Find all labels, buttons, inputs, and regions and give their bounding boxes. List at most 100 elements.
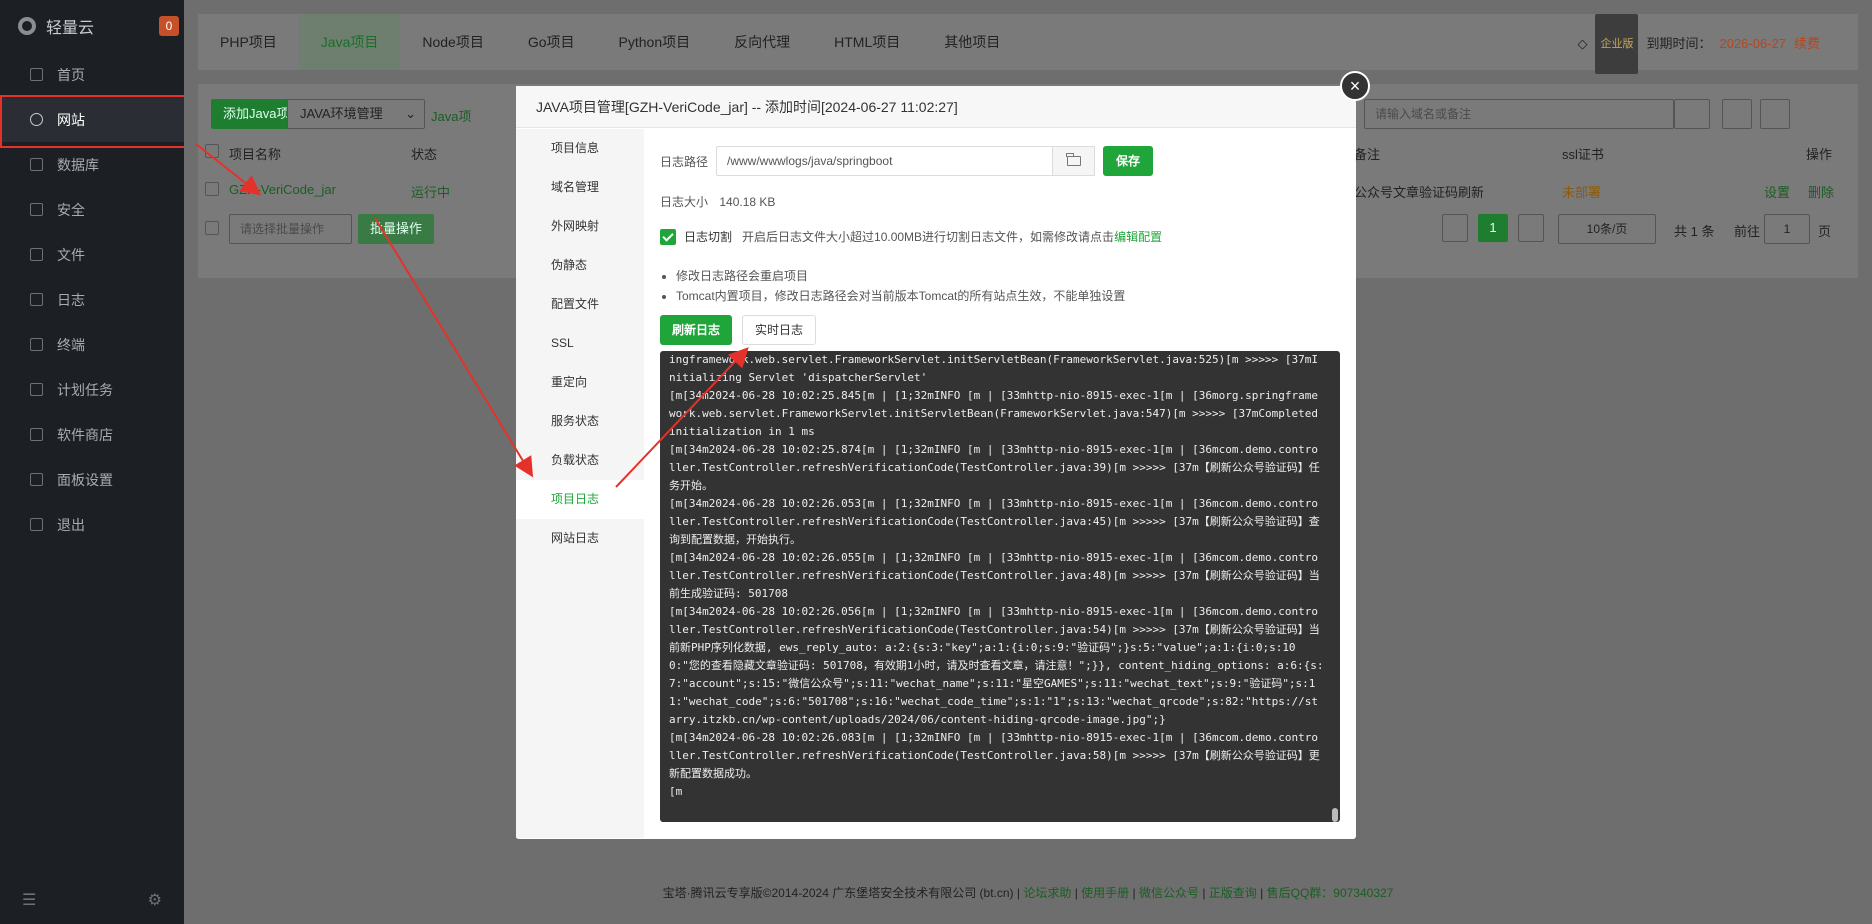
menu-item-site-log[interactable]: 网站日志 (516, 519, 644, 558)
home-icon (30, 68, 43, 81)
folder-icon (1067, 156, 1081, 166)
brand-name: 轻量云 (46, 14, 94, 38)
brand[interactable]: 轻量云 0 (0, 0, 184, 52)
log-cut-label: 日志切割 (684, 228, 732, 245)
log-cut-checkbox[interactable] (660, 229, 676, 245)
sidebar-item-home[interactable]: 首页 (0, 52, 184, 97)
globe-icon (30, 113, 43, 126)
sidebar-item-store[interactable]: 软件商店 (0, 412, 184, 457)
log-console[interactable]: ingframework.web.servlet.FrameworkServle… (660, 351, 1340, 822)
sidebar-item-security[interactable]: 安全 (0, 187, 184, 232)
sidebar-item-database[interactable]: 数据库 (0, 142, 184, 187)
tab-python[interactable]: Python项目 (597, 14, 713, 70)
sidebar-item-cron[interactable]: 计划任务 (0, 367, 184, 412)
select-all-checkbox[interactable] (205, 144, 219, 158)
batch-select[interactable]: 请选择批量操作 (229, 214, 352, 244)
collapse-menu-icon[interactable]: ☰ (22, 890, 36, 910)
live-log-button[interactable]: 实时日志 (742, 315, 816, 345)
menu-item-ssl[interactable]: SSL (516, 324, 644, 363)
log-line: [m[34m2024-06-28 10:02:25.874[m | [1… (669, 441, 1324, 495)
sidebar-item-terminal[interactable]: 终端 (0, 322, 184, 367)
tab-reverse-proxy[interactable]: 反向代理 (712, 14, 812, 70)
logout-icon (30, 518, 43, 531)
clock-icon (30, 383, 43, 396)
notification-badge[interactable]: 0 (159, 16, 179, 36)
log-line: ingframework.web.servlet.FrameworkServle… (669, 351, 1324, 387)
log-size-row: 日志大小 140.18 KB (660, 193, 775, 210)
status-running[interactable]: 运行中 (411, 182, 450, 201)
tab-java[interactable]: Java项目 (299, 14, 401, 70)
java-project-tab-partial[interactable]: Java项 (431, 106, 471, 125)
gear-icon (30, 473, 43, 486)
renew-link[interactable]: 续费 (1794, 16, 1820, 72)
license-info: ◇ 企业版 到期时间： 2026-06-27 续费 (1577, 14, 1820, 74)
edit-config-link[interactable]: 编辑配置 (1114, 228, 1162, 245)
tips-list: 修改日志路径会重启项目 Tomcat内置项目，修改日志路径会对当前版本Tomca… (676, 266, 1125, 306)
edition-badge: 企业版 (1595, 14, 1638, 74)
wechat-link[interactable]: 微信公众号 (1139, 886, 1199, 900)
footer-checkbox[interactable] (205, 221, 219, 235)
sidebar-item-label: 面板设置 (57, 470, 113, 490)
license-check-link[interactable]: 正版查询 (1209, 886, 1257, 900)
tab-node[interactable]: Node项目 (400, 14, 505, 70)
page-1-button[interactable]: 1 (1478, 214, 1508, 242)
console-scrollbar[interactable] (1332, 351, 1338, 822)
sidebar-item-logout[interactable]: 退出 (0, 502, 184, 547)
java-env-button[interactable]: JAVA环境管理 ⌄ (287, 99, 425, 129)
project-remark[interactable]: 公众号文章验证码刷新 (1354, 182, 1484, 201)
menu-item-domain[interactable]: 域名管理 (516, 168, 644, 207)
sidebar-item-label: 软件商店 (57, 425, 113, 445)
save-button[interactable]: 保存 (1103, 146, 1153, 176)
qq-group[interactable]: 售后QQ群：907340327 (1267, 886, 1394, 900)
sidebar-item-label: 网站 (57, 110, 85, 130)
tab-go[interactable]: Go项目 (506, 14, 597, 70)
menu-item-config-file[interactable]: 配置文件 (516, 285, 644, 324)
prev-page-button[interactable] (1442, 214, 1468, 242)
search-input[interactable]: 请输入域名或备注 (1364, 99, 1674, 129)
menu-item-rewrite[interactable]: 伪静态 (516, 246, 644, 285)
settings-link[interactable]: 设置 (1764, 182, 1790, 201)
page-footer: 宝塔·腾讯云专享版©2014-2024 广东堡塔安全技术有限公司 (bt.cn)… (184, 884, 1872, 901)
log-line: [m[34m2024-06-28 10:02:26.053[m | [1… (669, 495, 1324, 549)
refresh-log-button[interactable]: 刷新日志 (660, 315, 732, 345)
sidebar-item-label: 日志 (57, 290, 85, 310)
manual-link[interactable]: 使用手册 (1081, 886, 1129, 900)
goto-label: 前往 (1734, 221, 1760, 240)
menu-item-redirect[interactable]: 重定向 (516, 363, 644, 402)
menu-item-project-info[interactable]: 项目信息 (516, 129, 644, 168)
close-icon[interactable]: × (1340, 71, 1370, 101)
sidebar-item-settings[interactable]: 面板设置 (0, 457, 184, 502)
diamond-icon: ◇ (1577, 16, 1587, 72)
folder-icon (30, 248, 43, 261)
sidebar-item-logs[interactable]: 日志 (0, 277, 184, 322)
tab-php[interactable]: PHP项目 (198, 14, 299, 70)
project-name-link[interactable]: GZH-VeriCode_jar (229, 182, 336, 197)
sidebar-item-website[interactable]: 网站 (0, 97, 184, 142)
menu-item-project-log[interactable]: 项目日志 (516, 480, 644, 519)
ssl-status[interactable]: 未部署 (1562, 182, 1601, 201)
next-page-button[interactable] (1518, 214, 1544, 242)
settings-icon[interactable] (1760, 99, 1790, 129)
log-size-value: 140.18 KB (719, 195, 775, 209)
log-path-input[interactable]: /www/wwwlogs/java/springboot (716, 146, 1053, 176)
per-page-select[interactable]: 10条/页 (1558, 214, 1656, 244)
menu-item-port-mapping[interactable]: 外网映射 (516, 207, 644, 246)
menu-item-service-status[interactable]: 服务状态 (516, 402, 644, 441)
tab-other[interactable]: 其他项目 (922, 14, 1022, 70)
menu-item-load-status[interactable]: 负载状态 (516, 441, 644, 480)
column-header-remark: 备注 (1354, 144, 1380, 163)
delete-link[interactable]: 删除 (1808, 182, 1834, 201)
refresh-icon[interactable] (1722, 99, 1752, 129)
total-count: 共 1 条 (1674, 221, 1714, 240)
scrollbar-thumb[interactable] (1332, 808, 1338, 822)
row-checkbox[interactable] (205, 182, 219, 196)
search-icon[interactable] (1674, 99, 1710, 129)
batch-button[interactable]: 批量操作 (358, 214, 434, 244)
tab-html[interactable]: HTML项目 (812, 14, 922, 70)
column-header-name: 项目名称 (229, 144, 281, 163)
sidebar-item-files[interactable]: 文件 (0, 232, 184, 277)
settings-gear-icon[interactable]: ⚙ (148, 890, 162, 910)
forum-link[interactable]: 论坛求助 (1023, 886, 1071, 900)
folder-picker-button[interactable] (1053, 146, 1095, 176)
goto-page-input[interactable]: 1 (1764, 214, 1810, 244)
